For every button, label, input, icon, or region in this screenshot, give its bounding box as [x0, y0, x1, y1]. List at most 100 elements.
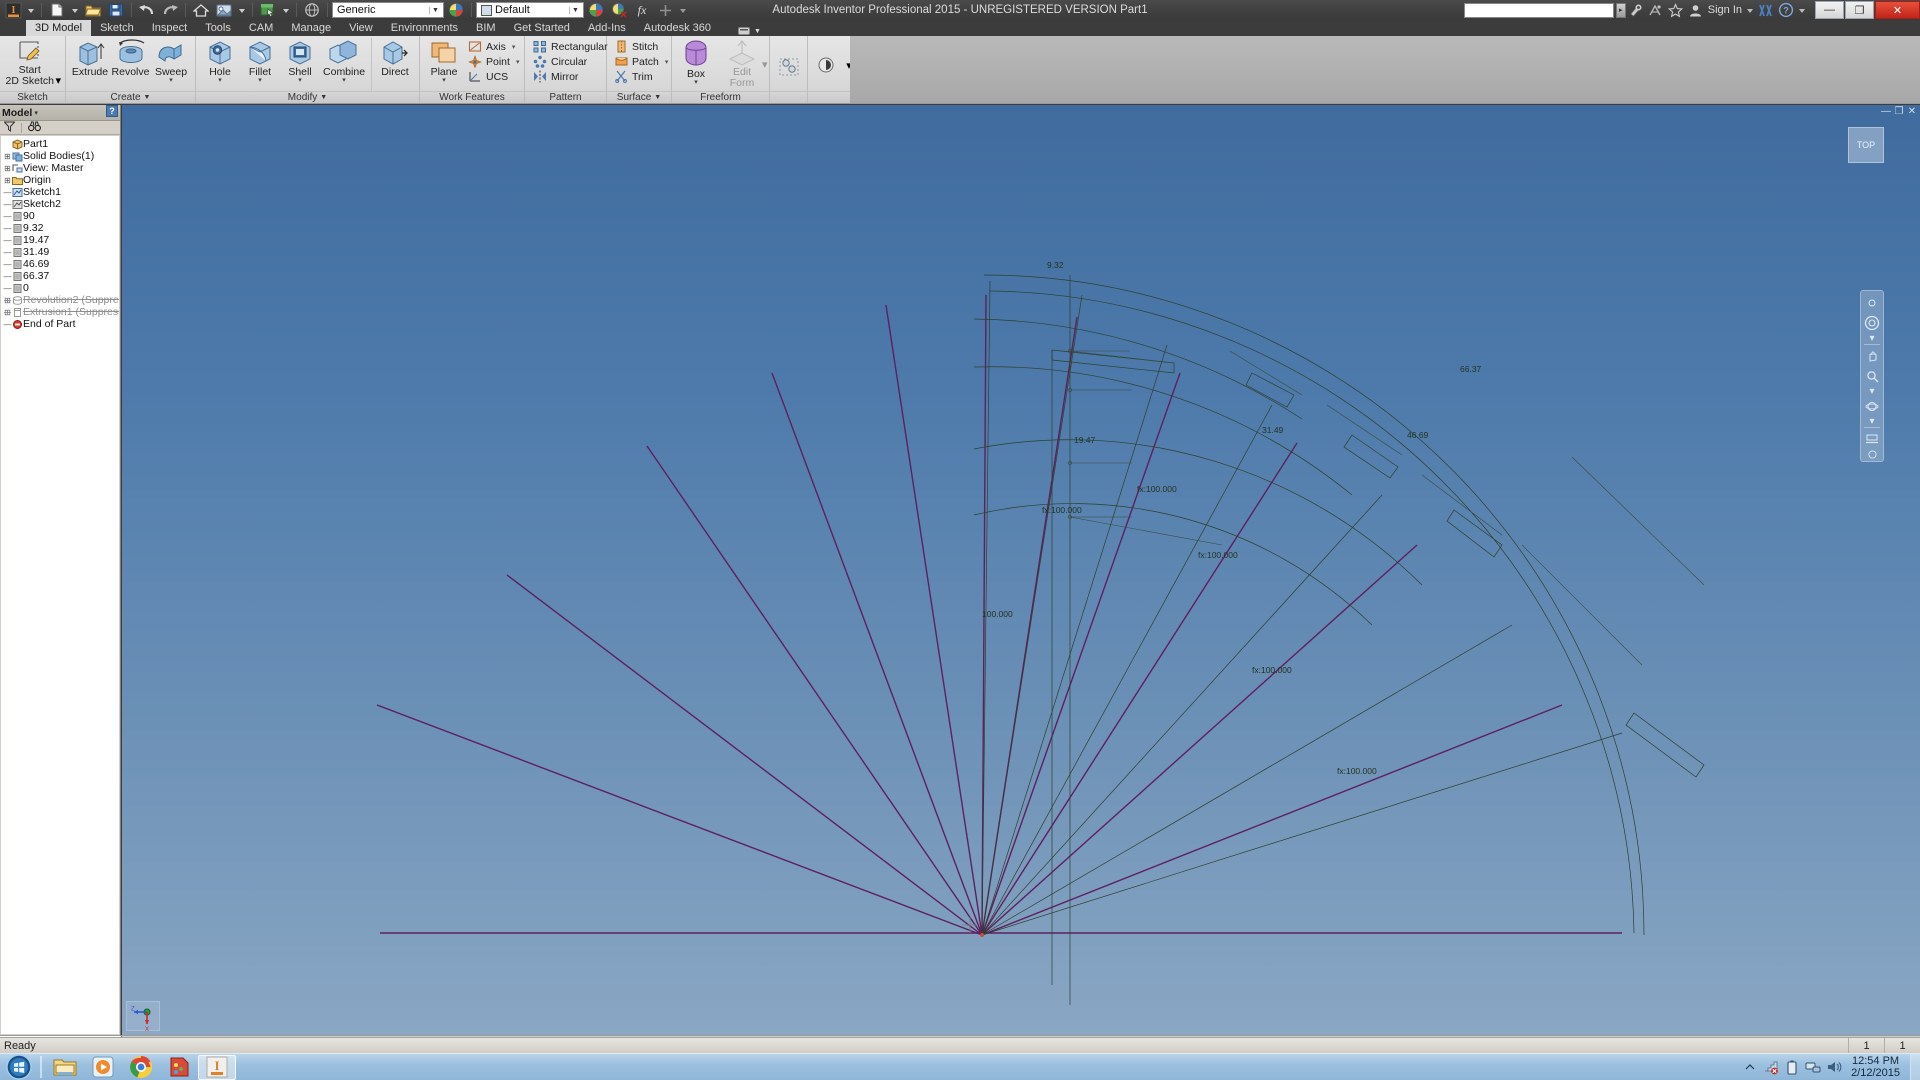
plane-button[interactable]: Plane ▾: [424, 38, 464, 85]
viewport-restore-button[interactable]: ❐: [1893, 106, 1905, 117]
sign-in-label[interactable]: Sign In: [1706, 4, 1744, 16]
box-caret-icon[interactable]: ▾: [694, 80, 698, 86]
dimension-fx-3[interactable]: fx:100.000: [1198, 550, 1238, 560]
circular-pattern-button[interactable]: Circular: [529, 54, 612, 69]
undo-icon[interactable]: [136, 1, 158, 19]
dimension-fx-5[interactable]: fx:100.000: [1337, 766, 1377, 776]
patch-button[interactable]: Patch ▾: [611, 54, 672, 69]
taskbar-item-app-icon[interactable]: [160, 1055, 198, 1080]
find-binoculars-icon[interactable]: [28, 121, 41, 135]
edit-form-button[interactable]: Edit Form: [722, 38, 762, 90]
taskbar-clock[interactable]: 12:54 PM 2/12/2015: [1847, 1055, 1904, 1079]
tab-environments[interactable]: Environments: [382, 20, 467, 36]
panel-title-modify-caret-icon[interactable]: ▼: [320, 92, 327, 104]
tree-row-view-master[interactable]: ⊞ View: Master: [3, 162, 119, 174]
edit-form-caret-icon[interactable]: ▾: [762, 58, 768, 71]
appearance-browser-icon[interactable]: [585, 1, 607, 19]
tree-row-part1[interactable]: Part1: [3, 138, 119, 150]
combine-caret-icon[interactable]: ▾: [342, 78, 346, 84]
dimension-46-69[interactable]: 46.69: [1407, 430, 1428, 440]
panel-title-surface-caret-icon[interactable]: ▼: [654, 92, 661, 104]
tree-expander[interactable]: ⊞: [3, 176, 12, 185]
tab-get-started[interactable]: Get Started: [505, 20, 579, 36]
tab-manage[interactable]: Manage: [282, 20, 340, 36]
hole-button[interactable]: Hole ▾: [200, 38, 240, 85]
globe-icon[interactable]: [301, 1, 323, 19]
home-icon[interactable]: [190, 1, 212, 19]
convert-button[interactable]: [769, 56, 809, 78]
nav-steering-wheel-icon[interactable]: [1862, 314, 1882, 332]
material-browser-icon[interactable]: [445, 1, 467, 19]
dimension-fx-2[interactable]: fx:100.000: [1137, 484, 1177, 494]
tab-autodesk-360[interactable]: Autodesk 360: [635, 20, 720, 36]
dimension-9-32[interactable]: 9.32: [1047, 260, 1064, 270]
axis-caret-icon[interactable]: ▾: [512, 43, 516, 51]
navigation-bar[interactable]: ▾ ▾ ▾: [1860, 290, 1884, 462]
taskbar-item-media-player[interactable]: [84, 1055, 122, 1080]
view-presets-caret-icon[interactable]: [236, 1, 248, 19]
start-2d-sketch-caret-icon[interactable]: ▾: [55, 74, 61, 87]
point-caret-icon[interactable]: ▾: [516, 58, 520, 66]
tree-expander[interactable]: —: [3, 272, 12, 281]
rectangular-pattern-button[interactable]: Rectangular: [529, 39, 612, 54]
dimension-66-37[interactable]: 66.37: [1460, 364, 1481, 374]
network-icon[interactable]: [1805, 1058, 1821, 1076]
tree-row-solid-bodies[interactable]: ⊞ Solid Bodies(1): [3, 150, 119, 162]
point-button[interactable]: Point ▾: [464, 54, 523, 69]
ucs-button[interactable]: UCS: [464, 69, 523, 84]
tree-expander[interactable]: —: [3, 200, 12, 209]
appearance-combo-caret-icon[interactable]: ▼: [569, 7, 581, 14]
search-expand-icon[interactable]: ▸: [1616, 3, 1626, 18]
tree-expander[interactable]: ⊞: [3, 296, 12, 305]
tab-cam[interactable]: CAM: [240, 20, 282, 36]
tree-expander[interactable]: ⊞: [3, 308, 12, 317]
select-mode-caret-icon[interactable]: [280, 1, 292, 19]
start-2d-sketch-button[interactable]: Start 2D Sketch: [4, 38, 55, 88]
tree-expander[interactable]: —: [3, 224, 12, 233]
nav-zoom-caret-icon[interactable]: ▾: [1862, 387, 1882, 395]
model-tree[interactable]: Part1 ⊞ Solid Bodies(1) ⊞ View: Master ⊞: [1, 136, 119, 1034]
save-file-icon[interactable]: [105, 1, 127, 19]
combine-button[interactable]: Combine ▾: [320, 38, 368, 85]
box-button[interactable]: Box ▾: [676, 38, 716, 87]
tree-row-param-0[interactable]: — 0: [3, 282, 119, 294]
redo-icon[interactable]: [159, 1, 181, 19]
tree-row-param-4669[interactable]: — 46.69: [3, 258, 119, 270]
help-search-icon[interactable]: [1626, 1, 1646, 19]
mirror-button[interactable]: Mirror: [529, 69, 612, 84]
view-presets-icon[interactable]: [213, 1, 235, 19]
application-menu-button[interactable]: I: [2, 1, 24, 19]
autodesk-360-icon[interactable]: [1756, 1, 1776, 19]
shell-caret-icon[interactable]: ▾: [298, 78, 302, 84]
tree-expander[interactable]: —: [3, 236, 12, 245]
volume-icon[interactable]: [1826, 1058, 1842, 1076]
tree-row-param-90[interactable]: — 90: [3, 210, 119, 222]
tree-row-param-3149[interactable]: — 31.49: [3, 246, 119, 258]
close-button[interactable]: ✕: [1875, 1, 1920, 19]
browser-help-icon[interactable]: ?: [106, 105, 118, 120]
tab-tools[interactable]: Tools: [196, 20, 240, 36]
nav-full-navigation-wheel-dot-icon[interactable]: [1862, 294, 1882, 312]
fillet-caret-icon[interactable]: ▾: [258, 78, 262, 84]
tree-row-origin[interactable]: ⊞ Origin: [3, 174, 119, 186]
tree-row-extrusion1[interactable]: ⊞ Extrusion1 (Suppressed): [3, 306, 119, 318]
axis-button[interactable]: Axis ▾: [464, 39, 523, 54]
network-error-icon[interactable]: [1763, 1058, 1779, 1076]
plane-caret-icon[interactable]: ▾: [442, 78, 446, 84]
dimension-fx-1[interactable]: fx:100.000: [1042, 505, 1082, 515]
search-input[interactable]: [1464, 3, 1614, 18]
direct-button[interactable]: Direct: [375, 38, 415, 79]
tree-expander[interactable]: —: [3, 320, 12, 329]
tree-expander[interactable]: —: [3, 248, 12, 257]
panel-title-create-caret-icon[interactable]: ▼: [144, 92, 151, 104]
extrude-button[interactable]: Extrude: [70, 38, 110, 79]
filter-icon[interactable]: [4, 121, 15, 135]
add-qat-icon[interactable]: [654, 1, 676, 19]
minimize-button[interactable]: —: [1815, 1, 1844, 19]
patch-caret-icon[interactable]: ▾: [665, 58, 669, 66]
dimension-100-000[interactable]: 100.000: [982, 609, 1013, 619]
dimension-19-47[interactable]: 19.47: [1074, 435, 1095, 445]
graphics-viewport[interactable]: — ❐ ✕ .pl { stroke:#5d2060; stroke-width…: [122, 105, 1920, 1035]
sweep-caret-icon[interactable]: ▾: [169, 78, 173, 84]
nav-pan-hand-icon[interactable]: [1862, 347, 1882, 365]
